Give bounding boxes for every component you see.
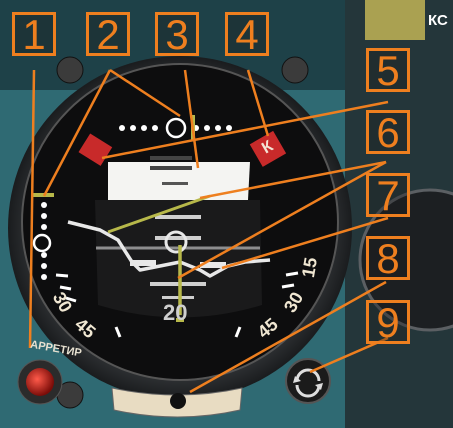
pitch-mark xyxy=(150,166,192,170)
pitch-mark xyxy=(155,215,201,219)
center-readout: 20 xyxy=(163,300,188,325)
callout-6: 6 xyxy=(366,110,410,154)
callout-number: 1 xyxy=(22,11,46,58)
pitch-mark xyxy=(150,282,206,286)
callout-9: 9 xyxy=(366,300,410,344)
callout-number: 2 xyxy=(96,11,120,58)
callout-number: 8 xyxy=(376,235,400,282)
callout-number: 5 xyxy=(376,47,400,94)
callout-5: 5 xyxy=(366,48,410,92)
slip-ball xyxy=(170,393,186,409)
cage-knob-icon[interactable] xyxy=(26,368,54,396)
callout-number: 9 xyxy=(376,299,400,346)
callout-8: 8 xyxy=(366,236,410,280)
pitch-mark xyxy=(150,156,192,160)
callout-7: 7 xyxy=(366,173,410,217)
callout-number: 6 xyxy=(376,109,400,156)
callout-3: 3 xyxy=(155,12,199,56)
callout-number: 7 xyxy=(376,172,400,219)
callout-1: 1 xyxy=(12,12,56,56)
adjacent-label-plate xyxy=(365,0,425,40)
callout-4: 4 xyxy=(225,12,269,56)
callout-number: 3 xyxy=(165,11,189,58)
callout-number: 4 xyxy=(235,11,259,58)
attitude-indicator-panel: К 30 45 15 30 45 20 АРРЕТИР КС 1 2 3 4 5… xyxy=(0,0,453,428)
pitch-mark xyxy=(162,182,188,185)
top-right-label: КС xyxy=(428,12,448,29)
pitch-mark xyxy=(155,236,201,240)
callout-2: 2 xyxy=(86,12,130,56)
aircraft-wing-left xyxy=(130,260,156,266)
screw-icon xyxy=(56,56,84,84)
scale-label-right-15: 15 xyxy=(297,255,322,280)
pitch-mark xyxy=(162,296,194,299)
pitch-index-bar xyxy=(32,193,54,197)
screw-icon xyxy=(281,56,309,84)
